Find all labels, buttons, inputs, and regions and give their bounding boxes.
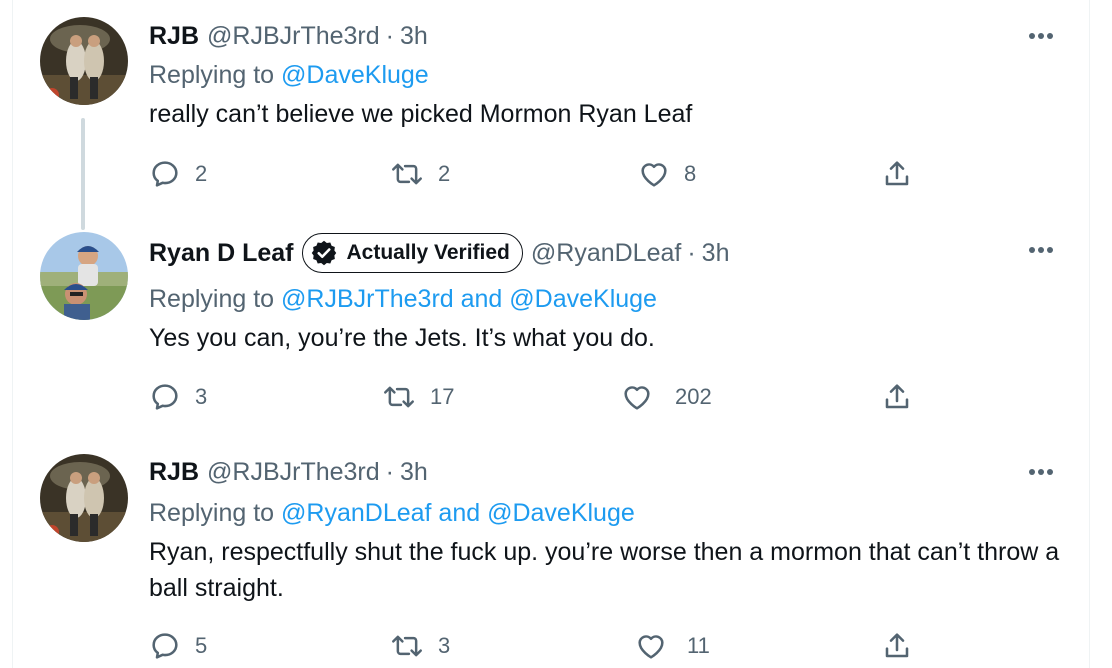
like-count: 202: [675, 384, 712, 409]
heart-icon: [624, 386, 650, 410]
retweet-count: 17: [430, 384, 455, 409]
replying-prefix: Replying to: [149, 61, 275, 89]
tweet-header: RJB @RJBJrThe3rd · 3h: [149, 454, 428, 490]
replying-to-link[interactable]: @RJBJrThe3rd and @DaveKluge: [281, 285, 657, 313]
more-icon: [1029, 247, 1053, 253]
timestamp[interactable]: 3h: [702, 239, 730, 268]
reply-button[interactable]: 3: [149, 380, 207, 414]
avatar[interactable]: [40, 454, 128, 542]
user-handle[interactable]: @RJBJrThe3rd: [207, 22, 380, 51]
like-count: 11: [687, 633, 710, 658]
separator-dot: ·: [385, 21, 394, 50]
tweet-text: really can’t believe we picked Mormon Ry…: [149, 100, 693, 128]
avatar[interactable]: [40, 17, 128, 105]
verified-badge-icon: [312, 240, 337, 266]
tweet[interactable]: RJB @RJBJrThe3rd · 3h Replying to @RyanD…: [0, 450, 1112, 668]
reply-icon: [152, 161, 178, 187]
timestamp[interactable]: 3h: [400, 458, 428, 487]
replying-to: Replying to @RyanDLeaf and @DaveKluge: [149, 499, 635, 528]
retweet-count: 3: [438, 633, 451, 658]
separator-dot: ·: [687, 238, 696, 267]
tweet-header: RJB @RJBJrThe3rd · 3h: [149, 18, 428, 54]
replying-to: Replying to @DaveKluge: [149, 61, 429, 90]
actually-verified-badge[interactable]: Actually Verified: [302, 233, 523, 273]
avatar[interactable]: [40, 232, 128, 320]
user-name[interactable]: Ryan D Leaf: [149, 239, 293, 268]
like-count: 8: [684, 161, 697, 186]
retweet-count: 2: [438, 161, 451, 186]
tweet[interactable]: RJB @RJBJrThe3rd · 3h Replying to @DaveK…: [0, 0, 1112, 220]
reply-button[interactable]: 2: [149, 157, 207, 191]
replying-prefix: Replying to: [149, 285, 275, 313]
user-name[interactable]: RJB: [149, 458, 199, 487]
more-icon: [1029, 469, 1053, 475]
heart-icon: [638, 635, 664, 659]
retweet-icon: [392, 163, 422, 185]
share-icon: [885, 384, 909, 409]
more-icon: [1029, 33, 1053, 39]
tweet-text: Ryan, respectfully shut the fuck up. you…: [149, 538, 1060, 602]
user-handle[interactable]: @RyanDLeaf: [531, 239, 681, 268]
like-button[interactable]: 202: [621, 380, 712, 414]
share-icon: [885, 161, 909, 186]
replying-to-link[interactable]: @DaveKluge: [281, 61, 429, 89]
reply-button[interactable]: 5: [149, 629, 207, 663]
reply-count: 5: [195, 633, 208, 658]
replying-prefix: Replying to: [149, 499, 275, 527]
separator-dot: ·: [385, 457, 394, 486]
retweet-icon: [384, 386, 414, 408]
user-handle[interactable]: @RJBJrThe3rd: [207, 458, 380, 487]
timestamp[interactable]: 3h: [400, 22, 428, 51]
more-button[interactable]: [1026, 457, 1056, 487]
reply-icon: [152, 384, 178, 410]
like-button[interactable]: 11: [635, 629, 710, 663]
share-button[interactable]: [881, 157, 913, 191]
retweet-icon: [392, 635, 422, 657]
reply-icon: [152, 633, 178, 659]
more-button[interactable]: [1026, 21, 1056, 51]
retweet-button[interactable]: 17: [382, 380, 454, 414]
more-button[interactable]: [1026, 235, 1056, 265]
share-button[interactable]: [881, 629, 913, 663]
tweet[interactable]: Ryan D Leaf Actually Verified @RyanDLeaf…: [0, 225, 1112, 445]
reply-count: 3: [195, 384, 208, 409]
tweet-text: Yes you can, you’re the Jets. It’s what …: [149, 324, 655, 352]
like-button[interactable]: 8: [638, 157, 696, 191]
tweet-header: Ryan D Leaf Actually Verified @RyanDLeaf…: [149, 233, 730, 273]
retweet-button[interactable]: 3: [390, 629, 450, 663]
badge-label: Actually Verified: [346, 241, 510, 264]
replying-to: Replying to @RJBJrThe3rd and @DaveKluge: [149, 285, 657, 314]
user-name[interactable]: RJB: [149, 22, 199, 51]
retweet-button[interactable]: 2: [390, 157, 450, 191]
heart-icon: [641, 163, 667, 187]
replying-to-link[interactable]: @RyanDLeaf and @DaveKluge: [281, 499, 635, 527]
reply-count: 2: [195, 161, 208, 186]
share-button[interactable]: [881, 380, 913, 414]
share-icon: [885, 633, 909, 658]
